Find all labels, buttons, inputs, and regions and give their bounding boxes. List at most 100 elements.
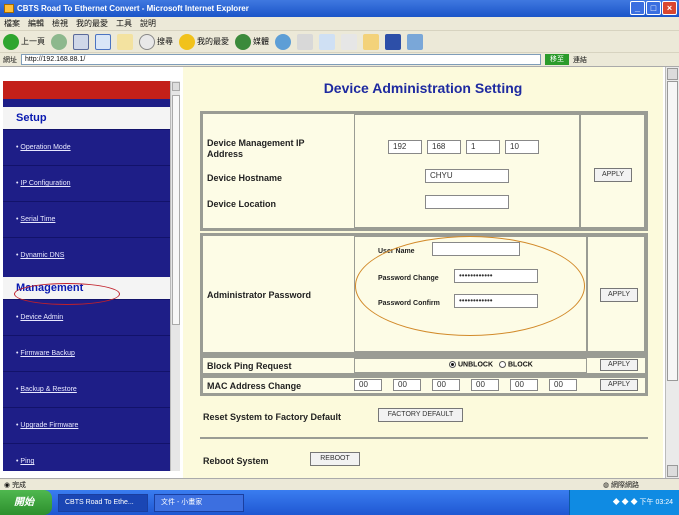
search-icon: [139, 33, 155, 50]
apply-admin-password-button[interactable]: APPLY: [600, 288, 638, 302]
forward-arrow-icon[interactable]: [51, 33, 67, 50]
annotation-circle-device-admin: [14, 283, 120, 305]
stop-icon[interactable]: [73, 33, 89, 50]
status-bar: ◉ 完成 ◍ 網際網路: [0, 478, 679, 490]
media-icon: [235, 33, 251, 50]
media-button[interactable]: 媒體: [235, 33, 269, 50]
sidebar-item-label: IP Configuration: [20, 180, 71, 187]
scroll-up-button[interactable]: [667, 68, 678, 80]
ip-octet-4-input[interactable]: 10: [505, 140, 539, 154]
taskbar-item-paint[interactable]: 文件 - 小畫家: [154, 493, 244, 512]
sidebar-item-backup-restore[interactable]: • Backup & Restore: [3, 371, 170, 407]
sidebar-item-ip-configuration[interactable]: • IP Configuration: [3, 165, 170, 201]
menu-edit[interactable]: 編輯: [28, 18, 44, 29]
sidebar-item-firmware-backup[interactable]: • Firmware Backup: [3, 335, 170, 371]
refresh-icon[interactable]: [95, 33, 111, 50]
block-ping-radio-group: UNBLOCK BLOCK: [449, 361, 533, 368]
menu-help[interactable]: 說明: [140, 18, 156, 29]
reboot-button[interactable]: REBOOT: [310, 452, 360, 466]
reboot-label: Reboot System: [203, 456, 269, 466]
block-radio[interactable]: [498, 361, 506, 368]
main-content: Device Administration Setting Device Man…: [183, 67, 663, 478]
hostname-input[interactable]: CHYU: [425, 169, 509, 183]
sidebar-item-label: Backup & Restore: [20, 386, 77, 393]
window-title: CBTS Road To Ethernet Convert - Microsof…: [17, 4, 249, 13]
sidebar-scroll-up[interactable]: [172, 82, 180, 91]
close-button[interactable]: ×: [662, 1, 677, 15]
mail-icon[interactable]: [297, 33, 313, 50]
sidebar-scrollbar[interactable]: [170, 81, 180, 471]
edit-icon[interactable]: [341, 33, 357, 50]
block-ping-label: Block Ping Request: [207, 361, 292, 371]
factory-default-button[interactable]: FACTORY DEFAULT: [378, 408, 463, 422]
sidebar-item-upgrade-firmware[interactable]: • Upgrade Firmware: [3, 407, 170, 443]
page-viewport: Setup • Operation Mode • IP Configuratio…: [0, 67, 679, 478]
menu-view[interactable]: 檢視: [52, 18, 68, 29]
page-scrollbar[interactable]: [665, 67, 679, 478]
scroll-down-button[interactable]: [667, 465, 678, 477]
mac-octet-1-input[interactable]: 00: [354, 379, 382, 391]
ip-octet-2-input[interactable]: 168: [427, 140, 461, 154]
sidebar-item-label: Dynamic DNS: [20, 252, 65, 259]
unblock-label: UNBLOCK: [458, 361, 493, 369]
back-button[interactable]: 上一頁: [3, 33, 45, 50]
favorites-button[interactable]: 我的最愛: [179, 33, 229, 50]
apply-mac-change-button[interactable]: APPLY: [600, 379, 638, 391]
sidebar-item-serial-time[interactable]: • Serial Time: [3, 201, 170, 237]
sidebar-header-bar: [3, 81, 170, 99]
sidebar-heading-setup: Setup: [3, 107, 170, 129]
sidebar-item-device-admin[interactable]: • Device Admin: [3, 299, 170, 335]
menu-bar: 檔案 編輯 檢視 我的最愛 工具 說明: [0, 17, 679, 31]
tray-icons: ◆ ◆ ◆: [612, 499, 640, 506]
address-input[interactable]: http://192.168.88.1/: [21, 54, 541, 65]
start-button[interactable]: 開始: [0, 490, 52, 515]
apply-block-ping-button[interactable]: APPLY: [600, 359, 638, 371]
ip-octet-1-input[interactable]: 192: [388, 140, 422, 154]
links-label[interactable]: 連結: [573, 55, 587, 65]
history-icon[interactable]: [275, 33, 291, 50]
minimize-button[interactable]: _: [630, 1, 645, 15]
mac-octet-2-input[interactable]: 00: [393, 379, 421, 391]
browser-toolbar: 上一頁 搜尋 我的最愛 媒體: [0, 31, 679, 53]
home-icon[interactable]: [117, 33, 133, 50]
mac-octet-5-input[interactable]: 00: [510, 379, 538, 391]
menu-file[interactable]: 檔案: [4, 18, 20, 29]
mac-change-label: MAC Address Change: [207, 381, 302, 391]
ip-octet-3-input[interactable]: 1: [466, 140, 500, 154]
search-label: 搜尋: [157, 37, 173, 46]
location-input[interactable]: [425, 195, 509, 209]
folder-icon[interactable]: [363, 33, 379, 50]
mac-octet-4-input[interactable]: 00: [471, 379, 499, 391]
status-text: 完成: [12, 481, 27, 489]
messenger-icon[interactable]: [385, 33, 401, 50]
back-arrow-icon: [3, 33, 19, 50]
menu-tools[interactable]: 工具: [116, 18, 132, 29]
mac-change-panel: MAC Address Change 00 00 00 00 00 00 APP…: [200, 375, 648, 396]
ie-icon: [4, 4, 14, 13]
sidebar-nav: Setup • Operation Mode • IP Configuratio…: [3, 81, 170, 471]
mac-octet-3-input[interactable]: 00: [432, 379, 460, 391]
search-button[interactable]: 搜尋: [139, 33, 173, 50]
menu-favorites[interactable]: 我的最愛: [76, 18, 108, 29]
sidebar-scroll-thumb[interactable]: [172, 95, 180, 325]
favorites-label: 我的最愛: [197, 37, 229, 46]
print-icon[interactable]: [319, 33, 335, 50]
taskbar-item-browser[interactable]: CBTS Road To Ethe...: [58, 493, 148, 512]
scroll-thumb[interactable]: [667, 81, 678, 381]
go-button[interactable]: 移至: [545, 54, 569, 65]
system-tray: ◆ ◆ ◆ 下午 03:24: [569, 490, 679, 515]
device-mgmt-ip-label: Device Management IP Address: [207, 138, 305, 159]
unblock-radio[interactable]: [449, 361, 456, 368]
mac-octet-6-input[interactable]: 00: [549, 379, 577, 391]
apply-device-settings-button[interactable]: APPLY: [594, 168, 632, 182]
sidebar-item-dynamic-dns[interactable]: • Dynamic DNS: [3, 237, 170, 273]
sidebar-item-label: Serial Time: [20, 216, 56, 223]
maximize-button[interactable]: □: [646, 1, 661, 15]
sidebar-item-ping[interactable]: • Ping: [3, 443, 170, 478]
research-icon[interactable]: [407, 33, 423, 50]
window-controls: _ □ ×: [630, 1, 677, 15]
admin-password-panel: Administrator Password User Name Passwor…: [200, 233, 648, 355]
back-label: 上一頁: [21, 37, 45, 46]
sidebar-item-operation-mode[interactable]: • Operation Mode: [3, 129, 170, 165]
zone-indicator: ◍ 網際網路: [603, 480, 639, 490]
